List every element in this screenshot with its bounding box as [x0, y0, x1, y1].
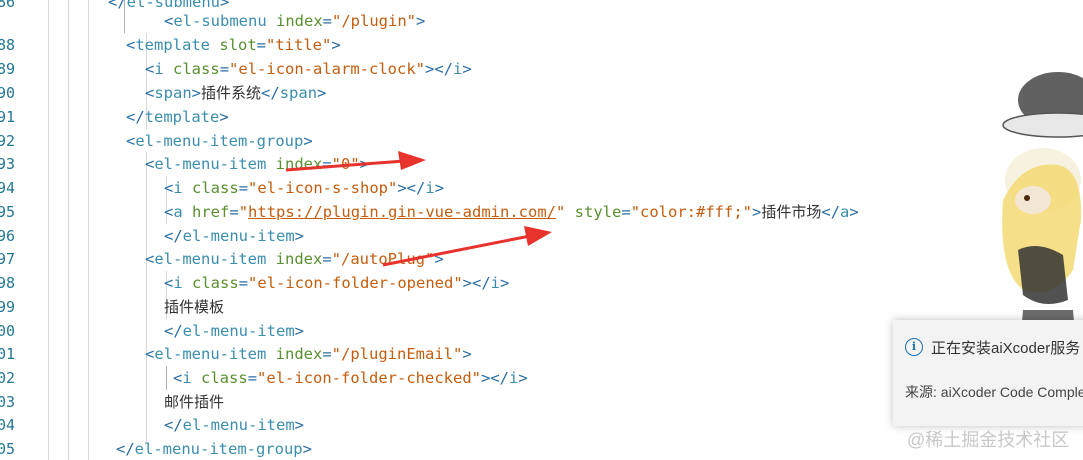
- notification-message: 正在安装aiXcoder服务: [931, 340, 1081, 357]
- notification-source: 来源: aiXcoder Code Completer: [905, 384, 1083, 400]
- watermark: @稀土掘金技术社区: [907, 430, 1070, 450]
- red-arrow-icon: [382, 226, 552, 267]
- info-icon: i: [905, 338, 923, 356]
- red-arrow-icon: [285, 151, 426, 172]
- notification-toast[interactable]: i 正在安装aiXcoder服务 来源: aiXcoder Code Compl…: [893, 320, 1083, 426]
